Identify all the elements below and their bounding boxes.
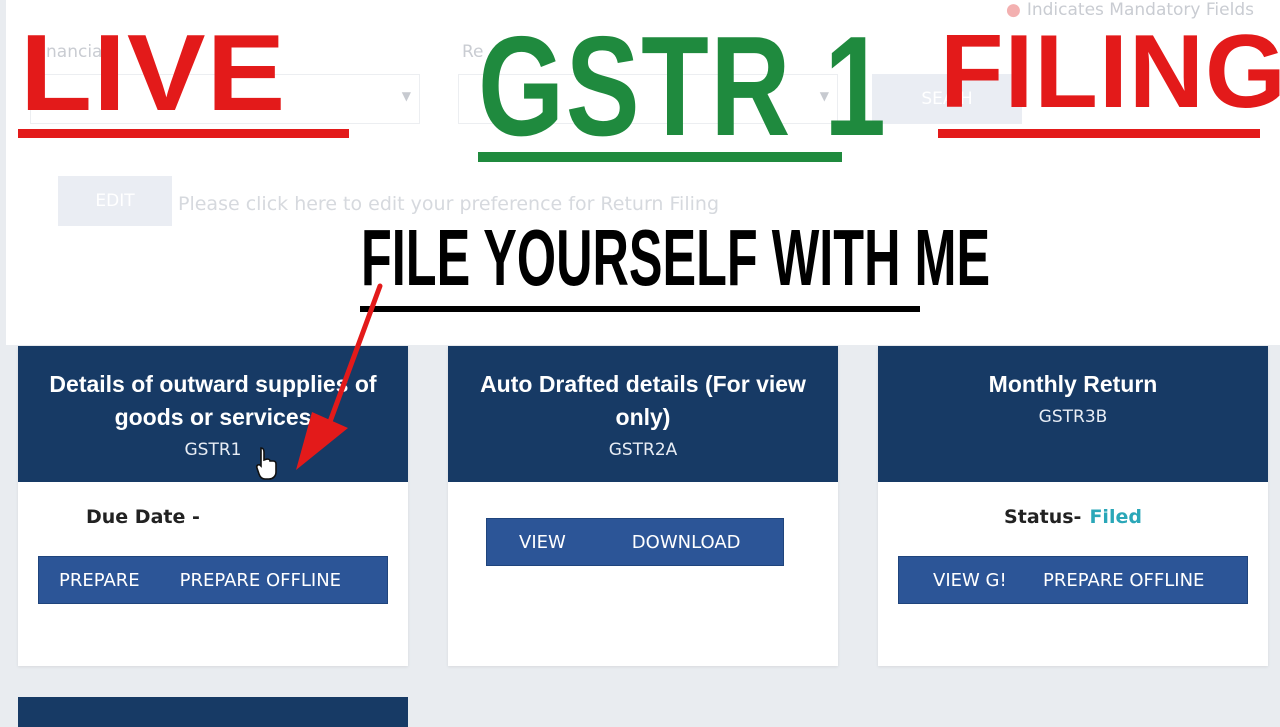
view-button[interactable]: VIEW bbox=[519, 532, 566, 553]
card-gstr2a: Auto Drafted details (For view only) GST… bbox=[448, 346, 838, 666]
download-button[interactable]: DOWNLOAD bbox=[632, 532, 741, 553]
overlay-title-live: LIVE bbox=[20, 12, 287, 134]
card-title: Auto Drafted details (For view only) bbox=[480, 371, 806, 430]
card-body: Status- Filed VIEW G! PREPARE OFFLINE bbox=[878, 482, 1268, 666]
status-line: Status- Filed bbox=[878, 506, 1268, 528]
prepare-offline-button[interactable]: PREPARE OFFLINE bbox=[1043, 570, 1204, 591]
status-label: Status- bbox=[1004, 506, 1082, 528]
card-header: Monthly Return GSTR3B bbox=[878, 346, 1268, 482]
button-bar: PREPARE PREPARE OFFLINE bbox=[38, 556, 388, 604]
card-title: Monthly Return bbox=[988, 371, 1158, 397]
edit-button[interactable]: EDIT bbox=[58, 176, 172, 226]
card-body: VIEW DOWNLOAD bbox=[448, 482, 838, 666]
underline-filing bbox=[938, 129, 1260, 138]
prepare-offline-button[interactable]: PREPARE OFFLINE bbox=[180, 570, 341, 591]
chevron-down-icon: ▼ bbox=[401, 89, 411, 103]
card-code: GSTR2A bbox=[608, 440, 678, 460]
card-code: GSTR3B bbox=[1038, 407, 1108, 427]
underline-tagline bbox=[360, 306, 920, 312]
underline-gstr bbox=[478, 152, 842, 162]
card-partial-next bbox=[18, 697, 408, 727]
underline-live bbox=[18, 129, 349, 138]
status-badge: Filed bbox=[1089, 506, 1142, 528]
card-gstr1: Details of outward supplies of goods or … bbox=[18, 346, 408, 666]
overlay-title-gstr: GSTR 1 bbox=[478, 7, 888, 166]
prepare-button[interactable]: PREPARE bbox=[59, 570, 140, 591]
overlay-tagline: FILE YOURSELF WITH ME bbox=[361, 213, 991, 302]
due-date-label: Due Date - bbox=[86, 506, 200, 528]
card-header: Auto Drafted details (For view only) GST… bbox=[448, 346, 838, 482]
card-header: Details of outward supplies of goods or … bbox=[18, 346, 408, 482]
view-gstr3b-button[interactable]: VIEW G! bbox=[933, 570, 1013, 591]
edit-hint: Please click here to edit your preferenc… bbox=[178, 193, 719, 215]
card-title: Details of outward supplies of goods or … bbox=[49, 371, 377, 430]
overlay-title-filing: FILING bbox=[940, 14, 1280, 130]
button-bar: VIEW G! PREPARE OFFLINE bbox=[898, 556, 1248, 604]
button-bar: VIEW DOWNLOAD bbox=[486, 518, 784, 566]
card-body: Due Date - PREPARE PREPARE OFFLINE bbox=[18, 482, 408, 666]
card-gstr3b: Monthly Return GSTR3B Status- Filed VIEW … bbox=[878, 346, 1268, 666]
card-code: GSTR1 bbox=[184, 440, 242, 460]
